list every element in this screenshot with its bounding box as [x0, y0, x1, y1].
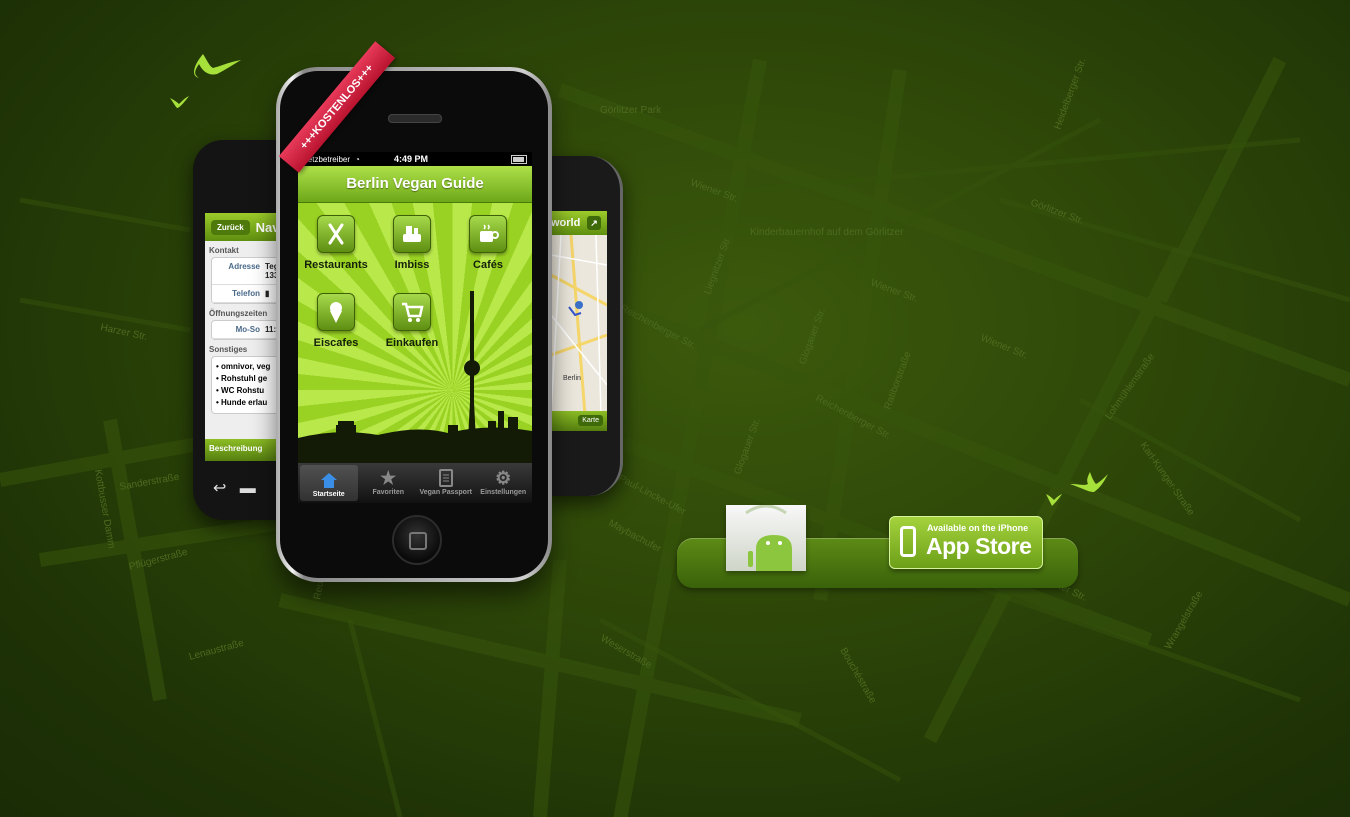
- map-label: Glogauer Str.: [797, 307, 827, 366]
- star-icon: ★: [380, 467, 397, 488]
- home-content: Restaurants Imbiss Cafés Eiscafes Einkau…: [298, 203, 532, 463]
- phone-screen-map: world ↗ Berlin Karte: [551, 211, 607, 431]
- home-icon: [300, 469, 358, 491]
- wifi-icon: ◔: [355, 154, 360, 164]
- tab-startseite[interactable]: Startseite: [300, 465, 358, 501]
- map-label: Harzer Str.: [99, 322, 148, 343]
- back-key-icon[interactable]: ↩ ▬: [213, 478, 256, 498]
- map-label: Kottbusser Damm: [92, 469, 117, 550]
- iphone-icon: [900, 526, 916, 557]
- document-icon: [417, 467, 475, 489]
- map-place-label: Görlitzer Park: [600, 105, 662, 116]
- map-city-label: Berlin: [563, 375, 581, 382]
- back-button[interactable]: Zurück: [211, 219, 250, 235]
- address-label: Adresse: [228, 262, 260, 271]
- tab-bar: Startseite ★ Favoriten Vegan Passport ⚙ …: [298, 463, 532, 503]
- location-pin-icon[interactable]: [575, 301, 583, 309]
- map-view[interactable]: [551, 234, 607, 416]
- bird-icon: [1046, 472, 1108, 506]
- map-label: Bouchéstraße: [837, 646, 878, 706]
- share-icon[interactable]: ↗: [587, 216, 601, 230]
- map-label: Karl-Kunger-Straße: [1138, 440, 1197, 518]
- tab-bar: Karte: [551, 411, 607, 431]
- android-market-button[interactable]: [726, 504, 806, 571]
- android-phone-right: world ↗ Berlin Karte: [545, 156, 623, 496]
- map-label: Ratiborstraße: [882, 350, 913, 411]
- tab-einstellungen[interactable]: ⚙ Einstellungen: [475, 463, 533, 503]
- tab-favoriten[interactable]: ★ Favoriten: [360, 463, 418, 503]
- phone-icon: ▮: [265, 289, 270, 298]
- app-store-button[interactable]: Available on the iPhone App Store: [889, 516, 1043, 569]
- map-label: Wiener Str.: [869, 277, 919, 304]
- bird-icon: [170, 54, 241, 108]
- map-label: Wiener Str.: [979, 333, 1029, 362]
- speaker-grille: [388, 114, 442, 123]
- home-button[interactable]: [392, 515, 442, 565]
- hours-value: 11:: [265, 325, 277, 334]
- map-label: Maybachufer: [607, 518, 664, 555]
- hours-label: Mo-So: [235, 325, 260, 334]
- battery-icon: [511, 155, 527, 164]
- phone-label: Telefon: [232, 289, 260, 298]
- status-bar: Netzbetreiber ◔ 4:49 PM: [298, 152, 532, 166]
- app-store-label: App Store: [926, 533, 1032, 559]
- map-label: Glogauer Str.: [732, 417, 762, 476]
- tab-map[interactable]: Karte: [578, 415, 603, 426]
- gear-icon: ⚙: [495, 467, 512, 488]
- map-label: Heidelberger Str.: [1052, 57, 1088, 131]
- berlin-skyline-illustration: [298, 291, 532, 463]
- app-title: Berlin Vegan Guide: [298, 166, 532, 203]
- android-robot-icon: [745, 504, 792, 571]
- tab-vegan-passport[interactable]: Vegan Passport: [417, 463, 475, 503]
- map-place-label: Kinderbauernhof auf dem Görlitzer: [750, 227, 904, 238]
- status-time: 4:49 PM: [394, 154, 429, 164]
- map-label: Lenaustraße: [188, 638, 246, 663]
- map-label: Wrangelstraße: [1163, 589, 1205, 652]
- map-label: Sanderstraße: [119, 472, 181, 493]
- app-store-caption: Available on the iPhone: [927, 523, 1029, 533]
- nav-title: world: [551, 217, 581, 229]
- nav-bar: world ↗: [551, 211, 607, 235]
- tab-description[interactable]: Beschreibung: [209, 444, 262, 453]
- phone-screen-home: Netzbetreiber ◔ 4:49 PM Berlin Vegan Gui…: [298, 152, 532, 503]
